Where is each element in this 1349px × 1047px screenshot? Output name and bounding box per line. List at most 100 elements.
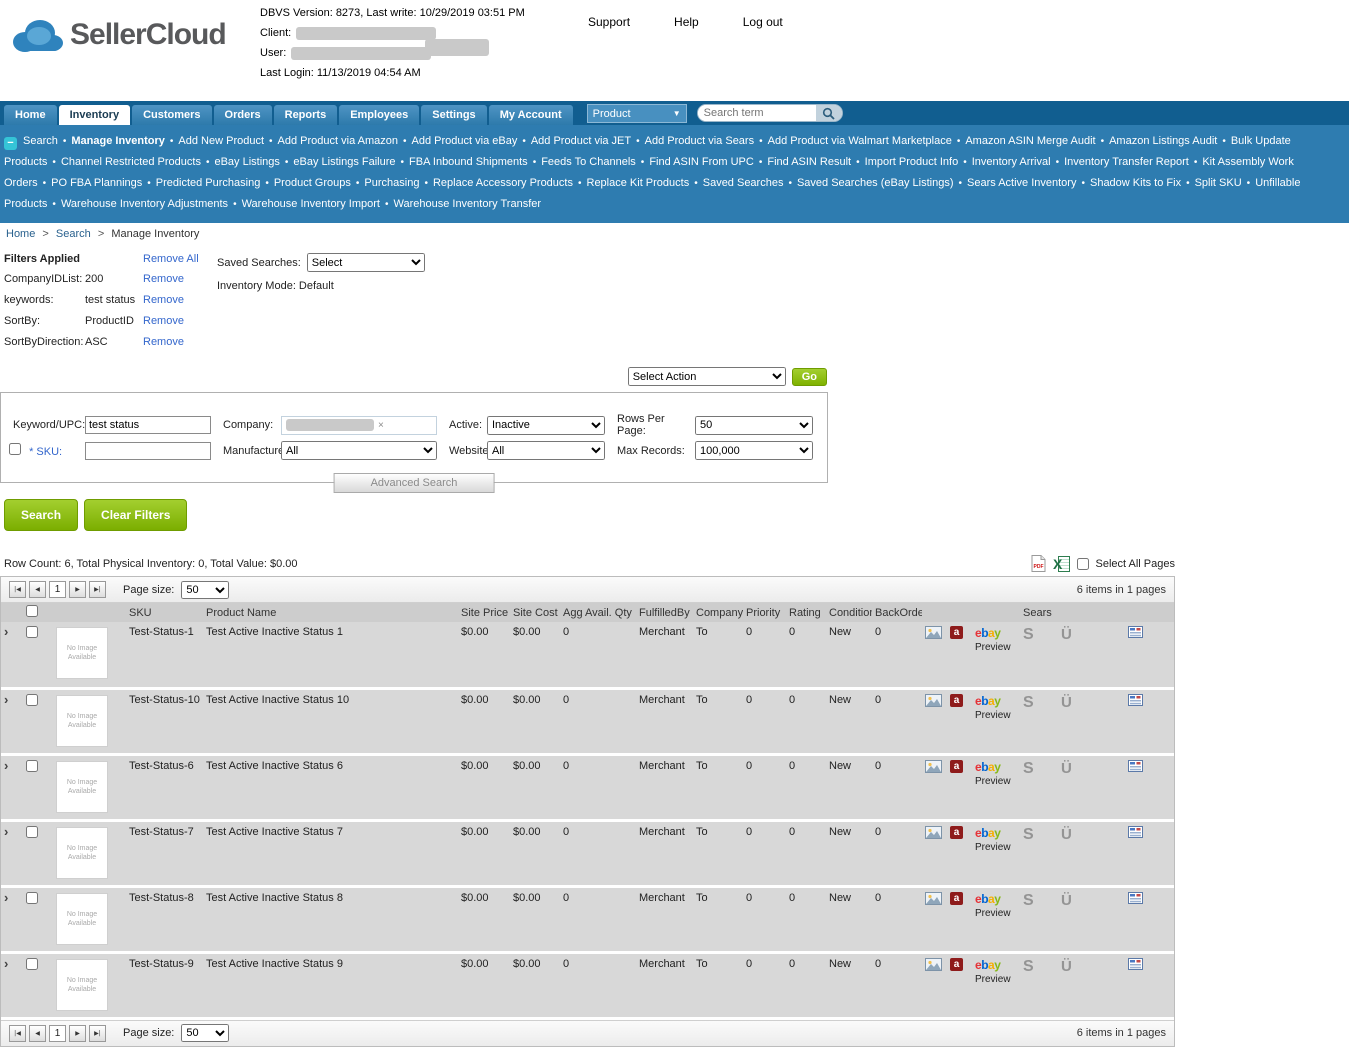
excel-export-icon[interactable]: X [1053,555,1070,572]
subnav-link[interactable]: Inventory Transfer Report [1064,156,1189,168]
listing-grid-icon[interactable] [1127,626,1143,638]
ebay-preview-link[interactable]: Preview [975,710,1017,721]
subnav-link[interactable]: Shadow Kits to Fix [1090,177,1181,189]
company-combo[interactable]: × [281,415,437,435]
subnav-link[interactable]: Find ASIN From UPC [649,156,754,168]
tab-customers[interactable]: Customers [132,105,212,125]
sku-link[interactable]: Test-Status-7 [129,826,194,838]
product-dropdown[interactable]: Product ▼ [586,104,687,123]
subnav-link[interactable]: FBA Inbound Shipments [409,156,528,168]
amazon-icon[interactable]: a [950,891,963,905]
help-link[interactable]: Help [674,15,699,29]
logout-link[interactable]: Log out [743,15,783,29]
subnav-link[interactable]: Add Product via Amazon [278,135,398,147]
listing-grid-icon[interactable] [1127,825,1143,838]
listing-grid-icon[interactable] [1127,957,1143,970]
row-checkbox[interactable] [26,825,38,838]
product-name-link[interactable]: Test Active Inactive Status 1 [206,626,343,638]
sku-exact-checkbox[interactable] [9,443,21,455]
subnav-link[interactable]: Add Product via Walmart Marketplace [768,135,952,147]
prev-page-button[interactable]: ◀ [29,1024,46,1042]
ebay-preview-link[interactable]: Preview [975,908,1017,919]
subnav-link[interactable]: Find ASIN Result [767,156,851,168]
expand-row-icon[interactable]: › [4,890,8,905]
prev-page-button[interactable]: ◀ [29,581,46,598]
remove-filter-link[interactable]: Remove [143,273,184,285]
ebay-icon[interactable]: ebay [975,826,1001,840]
u-marketplace-icon[interactable]: Ü [1061,626,1072,643]
select-all-pages-checkbox[interactable] [1076,557,1089,570]
column-header-fulfilledby[interactable]: FulfilledBy [636,603,693,622]
sku-link[interactable]: Test-Status-1 [129,626,194,638]
header-select-all-checkbox[interactable] [26,605,38,617]
go-button[interactable]: Go [791,367,827,386]
subnav-link[interactable]: Product Groups [274,177,351,189]
expand-row-icon[interactable]: › [4,692,8,707]
subnav-link[interactable]: Saved Searches (eBay Listings) [797,177,954,189]
product-name-link[interactable]: Test Active Inactive Status 9 [206,958,343,970]
amazon-icon[interactable]: a [950,693,963,707]
ebay-icon[interactable]: ebay [975,892,1001,906]
image-popup-icon[interactable] [925,693,942,707]
column-header-agg-avail-qty[interactable]: Agg Avail. Qty [560,603,636,622]
column-header-company[interactable]: Company [693,603,743,622]
ebay-icon[interactable]: ebay [975,626,1001,640]
subnav-link[interactable]: Inventory Arrival [972,156,1051,168]
next-page-button[interactable]: ▶ [69,1024,86,1042]
u-marketplace-icon[interactable]: Ü [1061,892,1072,909]
product-name-link[interactable]: Test Active Inactive Status 8 [206,892,343,904]
subnav-link[interactable]: Add Product via Sears [645,135,754,147]
subnav-link[interactable]: Manage Inventory [71,135,165,147]
listing-grid-icon[interactable] [1127,693,1143,706]
product-name-link[interactable]: Test Active Inactive Status 7 [206,826,343,838]
amazon-icon[interactable]: a [950,957,963,971]
last-page-button[interactable]: ▶| [89,581,106,598]
pdf-export-icon[interactable]: PDF [1031,555,1046,572]
search-submit-button[interactable] [815,105,842,121]
breadcrumb-search[interactable]: Search [56,228,91,240]
u-marketplace-icon[interactable]: Ü [1061,760,1072,777]
column-header-product-name[interactable]: Product Name [203,603,458,622]
u-marketplace-icon[interactable]: Ü [1061,694,1072,711]
ebay-icon[interactable]: ebay [975,958,1001,972]
subnav-link[interactable]: eBay Listings Failure [293,156,395,168]
subnav-link[interactable]: eBay Listings [214,156,279,168]
column-header-site-price[interactable]: Site Price [458,603,510,622]
row-checkbox[interactable] [26,626,38,638]
subnav-link[interactable]: Replace Kit Products [587,177,690,189]
product-name-link[interactable]: Test Active Inactive Status 10 [206,694,349,706]
subnav-link[interactable]: Warehouse Inventory Adjustments [61,198,228,210]
tab-settings[interactable]: Settings [421,105,487,125]
ebay-preview-link[interactable]: Preview [975,642,1017,653]
ebay-icon[interactable]: ebay [975,760,1001,774]
subnav-link[interactable]: Split SKU [1195,177,1242,189]
subnav-link[interactable]: PO FBA Plannings [51,177,142,189]
listing-grid-icon[interactable] [1127,759,1143,772]
subnav-link[interactable]: Search [23,135,58,147]
sears-icon[interactable]: S [1023,826,1034,843]
search-input[interactable] [697,105,816,121]
image-popup-icon[interactable] [925,759,942,773]
tab-reports[interactable]: Reports [273,105,338,125]
image-popup-icon[interactable] [925,891,942,905]
search-button[interactable]: Search [4,499,79,531]
clear-company-icon[interactable]: × [378,420,384,431]
advanced-search-button[interactable]: Advanced Search [333,473,495,493]
active-select[interactable]: Inactive [487,415,605,435]
column-header-priority[interactable]: Priority [743,603,786,622]
subnav-link[interactable]: Replace Accessory Products [433,177,573,189]
rows-per-page-select[interactable]: 50 [695,415,813,435]
sears-icon[interactable]: S [1023,958,1034,975]
column-header-site-cost[interactable]: Site Cost [510,603,560,622]
row-checkbox[interactable] [26,759,38,772]
sku-link[interactable]: Test-Status-6 [129,760,194,772]
max-records-select[interactable]: 100,000 [695,441,813,460]
subnav-link[interactable]: Warehouse Inventory Import [242,198,380,210]
subnav-link[interactable]: Saved Searches [703,177,784,189]
subnav-link[interactable]: Add Product via eBay [412,135,518,147]
sku-link[interactable]: Test-Status-10 [129,694,200,706]
column-header-rating[interactable]: Rating [786,603,826,622]
subnav-link[interactable]: Feeds To Channels [541,156,636,168]
page-size-select[interactable]: 50 [181,580,230,599]
manufacturer-select[interactable]: All [281,441,437,460]
